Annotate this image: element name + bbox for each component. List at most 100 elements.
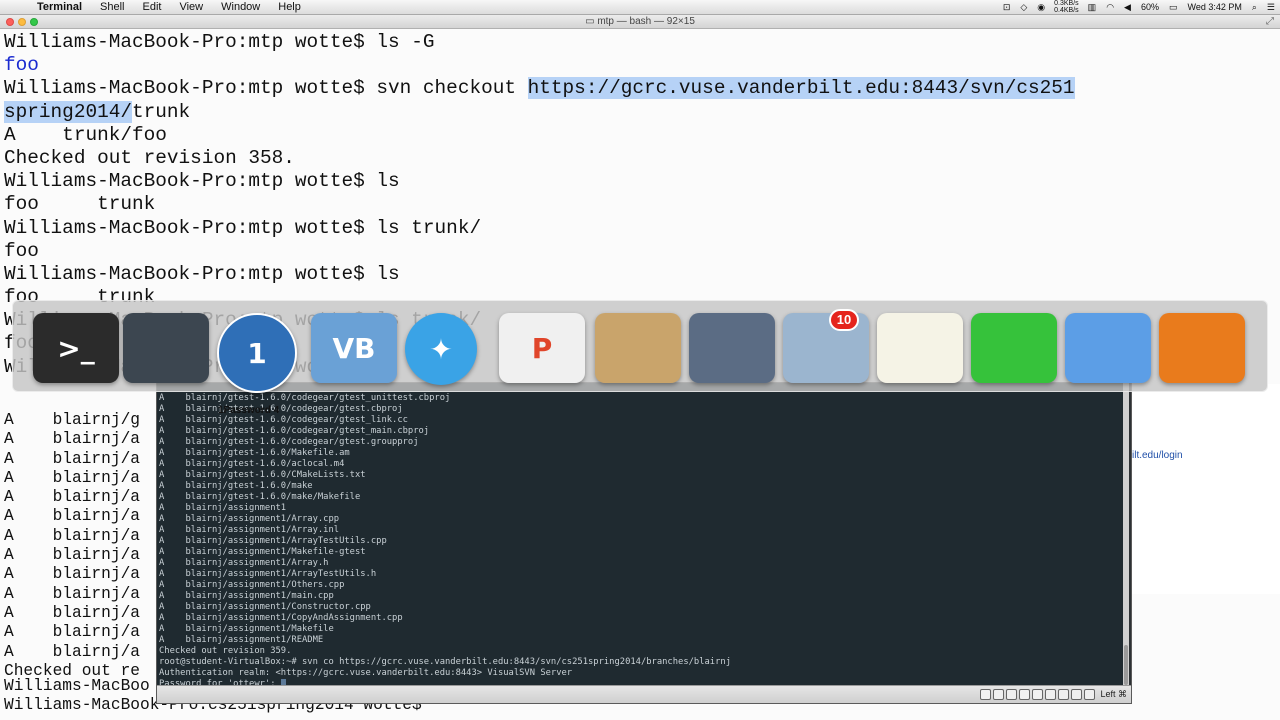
vm-scrollbar[interactable] (1123, 383, 1129, 685)
vm-console-text: Authentication realm: <https://gcrc.vuse… (159, 668, 573, 678)
vm-console-text: root@student-VirtualBox:~# svn co https:… (159, 657, 731, 667)
dock-item[interactable] (1065, 313, 1151, 393)
vm-console-text: A blairnj/assignment1/README (159, 635, 324, 645)
fullscreen-icon[interactable]: ⤢ (1266, 15, 1274, 29)
dropbox-icon[interactable]: ◇ (1015, 2, 1032, 13)
notification-center-icon[interactable]: ☰ (1262, 2, 1280, 13)
app-menu[interactable]: Terminal (28, 1, 91, 13)
1password-menu-icon[interactable]: ◉ (1032, 2, 1050, 13)
vm-console-line: A blairnj/gtest-1.6.0/codegear/gtest_lin… (159, 415, 731, 426)
vm-console-line: A blairnj/gtest-1.6.0/codegear/gtest_mai… (159, 426, 731, 437)
virtualbox-window[interactable]: A blairnj/gtest-1.6.0/codegear/gtest_uni… (156, 382, 1132, 704)
dock-item[interactable] (123, 313, 209, 393)
terminal-text: Williams-MacBook-Pro:mtp wotte$ svn chec… (4, 77, 528, 100)
terminal-line: A blairnj/a (4, 546, 140, 565)
vm-console-text: A blairnj/assignment1/Constructor.cpp (159, 602, 371, 612)
textedit-icon[interactable] (877, 313, 963, 383)
net-down: 0.4KB/s (1054, 7, 1079, 14)
vm-console-line: A blairnj/assignment1/main.cpp (159, 591, 731, 602)
zoom-button[interactable] (30, 18, 38, 26)
vm-console-text: A blairnj/assignment1/Array.cpp (159, 514, 340, 524)
dock-item[interactable]: 10 (783, 309, 869, 393)
dock-item[interactable]: P (499, 313, 585, 393)
menu-shell[interactable]: Shell (91, 1, 133, 13)
dock: >_ 1 VB ✦ P 10 (12, 300, 1268, 393)
terminal-line: Williams-MacBook-Pro:mtp wotte$ ls (4, 263, 1280, 286)
vm-console-text: A blairnj/gtest-1.6.0/aclocal.m4 (159, 459, 345, 469)
terminal-line: foo (4, 240, 1280, 263)
dock-item[interactable] (689, 313, 775, 393)
selected-text: spring2014/ (4, 100, 132, 123)
terminal-text: A trunk/foo (4, 123, 167, 146)
clock[interactable]: Wed 3:42 PM (1183, 2, 1247, 12)
menu-view[interactable]: View (170, 1, 212, 13)
shared-folder-icon[interactable] (1019, 689, 1030, 700)
vm-console-line: A blairnj/gtest-1.6.0/CMakeLists.txt (159, 470, 731, 481)
1password-icon[interactable]: 1 (217, 313, 297, 393)
imovie-icon[interactable] (689, 313, 775, 383)
disk-icon[interactable] (980, 689, 991, 700)
vm-console-text: A blairnj/gtest-1.6.0/codegear/gtest.gro… (159, 437, 419, 447)
vm-console-line: root@student-VirtualBox:~# svn co https:… (159, 657, 731, 668)
terminal-line: foo (4, 54, 1280, 77)
vm-console-line: A blairnj/gtest-1.6.0/make (159, 481, 731, 492)
vm-console-line: A blairnj/gtest-1.6.0/Makefile.am (159, 448, 731, 459)
terminal-text: Williams-MacBook-Pro:mtp wotte$ ls trunk… (4, 216, 482, 239)
cpu-icon[interactable] (1071, 689, 1082, 700)
mouse-integration-icon[interactable] (1084, 689, 1095, 700)
dock-item[interactable]: >_ (33, 313, 119, 393)
terminal-line: Williams-MacBook-Pro:mtp wotte$ ls (4, 170, 1280, 193)
search-icon[interactable]: ⌕ (1247, 2, 1262, 13)
cpu-graph-icon[interactable]: ▥ (1083, 2, 1102, 13)
vm-console-text: A blairnj/assignment1/main.cpp (159, 591, 334, 601)
terminal-titlebar[interactable]: ▭ mtp — bash — 92×15 ⤢ (0, 15, 1280, 29)
dock-item[interactable]: VB (311, 313, 397, 393)
terminal-text: Checked out revision 358. (4, 146, 295, 169)
terminal-line: A blairnj/g (4, 411, 140, 429)
network-icon[interactable] (1045, 689, 1056, 700)
menu-window[interactable]: Window (212, 1, 269, 13)
network-speed: 0.3KB/s 0.4KB/s (1050, 0, 1083, 14)
finder-icon[interactable] (1065, 313, 1151, 383)
host-key-label: Left ⌘ (1100, 689, 1127, 699)
omnigraffle-icon[interactable] (971, 313, 1057, 383)
menu-edit[interactable]: Edit (134, 1, 171, 13)
iphoto-icon[interactable] (595, 313, 681, 383)
terminal-text: trunk (132, 100, 191, 123)
dock-item[interactable] (1159, 313, 1245, 393)
scrollbar-thumb[interactable] (1124, 645, 1128, 685)
vm-console-line: A blairnj/gtest-1.6.0/make/Makefile (159, 492, 731, 503)
wifi-icon[interactable]: ◠ (1101, 2, 1119, 13)
activity-monitor-icon[interactable] (123, 313, 209, 383)
dock-item[interactable] (595, 313, 681, 393)
volume-icon[interactable]: ◀ (1119, 2, 1136, 13)
recording-icon[interactable] (1058, 689, 1069, 700)
optical-icon[interactable] (993, 689, 1004, 700)
menu-help[interactable]: Help (269, 1, 310, 13)
safari-icon[interactable]: ✦ (405, 313, 477, 385)
screen-record-icon[interactable]: ⊡ (998, 2, 1016, 13)
terminal-app-icon[interactable]: >_ (33, 313, 119, 383)
terminal-line: Williams-MacBook-Pro:mtp wotte$ ls trunk… (4, 217, 1280, 240)
usb-icon[interactable] (1006, 689, 1017, 700)
terminal-line: A blairnj/a (4, 507, 140, 526)
vm-console-line: Authentication realm: <https://gcrc.vuse… (159, 668, 731, 679)
terminal-text: Williams-MacBook-Pro:mtp wotte$ ls (4, 262, 400, 285)
vm-console[interactable]: A blairnj/gtest-1.6.0/codegear/gtest_uni… (157, 383, 1123, 685)
display-icon[interactable] (1032, 689, 1043, 700)
dock-item[interactable]: 1 (217, 313, 303, 393)
dock-item[interactable]: ✦ (405, 313, 491, 393)
powerpoint-icon[interactable]: P (499, 313, 585, 383)
minimize-button[interactable] (18, 18, 26, 26)
vm-console-line: Checked out revision 359. (159, 646, 731, 657)
dock-item[interactable] (971, 313, 1057, 393)
close-button[interactable] (6, 18, 14, 26)
battery-icon[interactable]: ▭ (1164, 2, 1183, 13)
dock-item[interactable] (877, 313, 963, 393)
virtualbox-icon[interactable]: VB (311, 313, 397, 383)
vm-console-line: A blairnj/gtest-1.6.0/codegear/gtest_uni… (159, 393, 731, 404)
battery-percent[interactable]: 60% (1136, 2, 1164, 12)
terminal-line: A blairnj/a (4, 488, 140, 507)
omnioutliner-icon[interactable] (1159, 313, 1245, 383)
vm-console-line: A blairnj/assignment1/Others.cpp (159, 580, 731, 591)
